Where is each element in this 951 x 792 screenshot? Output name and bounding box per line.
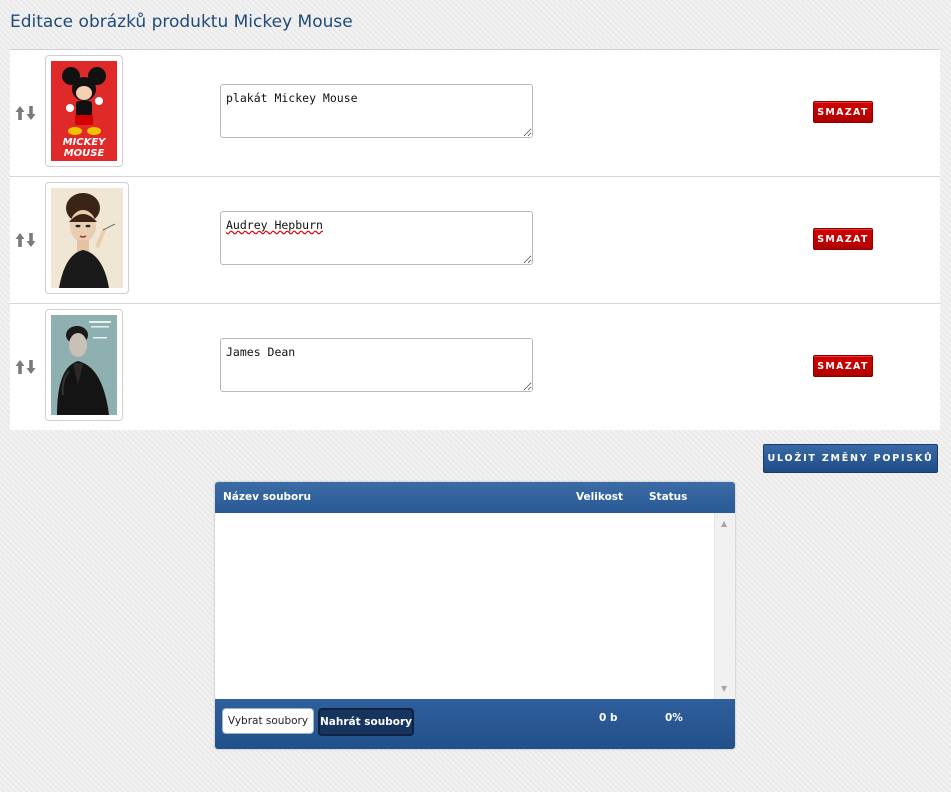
image-description-input[interactable]: Audrey Hepburn <box>220 211 533 265</box>
image-description-input[interactable]: James Dean <box>220 338 533 392</box>
column-header-filename: Název souboru <box>223 491 311 503</box>
uploader-footer: Vybrat soubory Nahrát soubory 0 b 0% <box>215 699 735 749</box>
total-size: 0 b <box>599 712 618 724</box>
page-title: Editace obrázků produktu Mickey Mouse <box>10 12 353 32</box>
sort-arrows-icon[interactable] <box>15 358 37 376</box>
uploader-header: Název souboru Velikost Status <box>215 482 735 513</box>
image-thumbnail <box>45 309 123 421</box>
delete-image-button[interactable]: SMAZAT <box>813 101 873 123</box>
image-row: MICKEY MOUSE plakát Mickey Mouse SMAZAT <box>10 49 940 176</box>
svg-text:MOUSE: MOUSE <box>64 148 105 159</box>
scroll-up-arrow-icon[interactable]: ▲ <box>721 519 727 528</box>
file-list-scrollbar[interactable]: ▲ ▼ <box>714 513 735 699</box>
image-row: Audrey Hepburn SMAZAT <box>10 176 940 303</box>
column-header-status: Status <box>649 491 688 503</box>
save-descriptions-button[interactable]: ULOŽIT ZMĚNY POPISKŮ <box>763 444 938 473</box>
image-row: James Dean SMAZAT <box>10 303 940 430</box>
mickey-mouse-poster-image: MICKEY MOUSE <box>51 61 117 161</box>
james-dean-poster-image <box>51 315 117 415</box>
file-uploader: Název souboru Velikost Status ▲ ▼ Vybrat… <box>215 482 735 749</box>
image-thumbnail: MICKEY MOUSE <box>45 55 123 167</box>
column-header-size: Velikost <box>576 491 624 503</box>
file-list: ▲ ▼ <box>215 513 735 699</box>
total-status: 0% <box>665 712 683 724</box>
sort-arrows-icon[interactable] <box>15 104 37 122</box>
audrey-hepburn-poster-image <box>51 188 123 288</box>
scroll-down-arrow-icon[interactable]: ▼ <box>721 684 727 693</box>
svg-text:MICKEY: MICKEY <box>63 137 108 148</box>
image-thumbnail <box>45 182 129 294</box>
sort-arrows-icon[interactable] <box>15 231 37 249</box>
choose-files-button[interactable]: Vybrat soubory <box>222 708 314 734</box>
image-list: MICKEY MOUSE plakát Mickey Mouse SMAZAT <box>10 49 940 430</box>
delete-image-button[interactable]: SMAZAT <box>813 355 873 377</box>
delete-image-button[interactable]: SMAZAT <box>813 228 873 250</box>
upload-files-button[interactable]: Nahrát soubory <box>318 708 414 736</box>
image-description-input[interactable]: plakát Mickey Mouse <box>220 84 533 138</box>
